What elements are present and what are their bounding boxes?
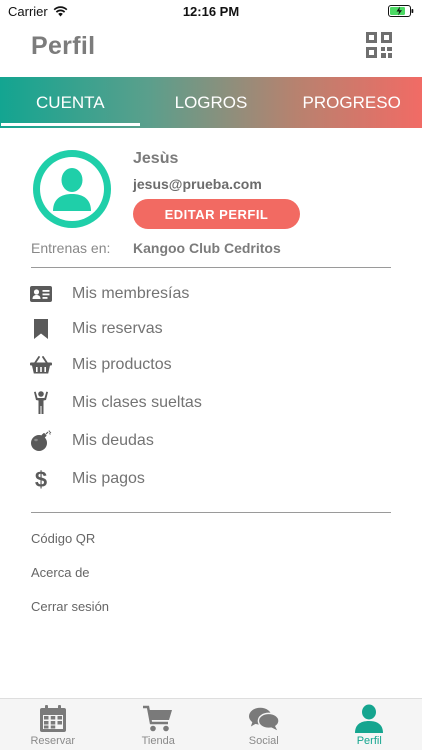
menu-item-deudas[interactable]: Mis deudas [25, 424, 395, 458]
basket-icon [30, 356, 52, 374]
edit-profile-button[interactable]: EDITAR PERFIL [133, 199, 300, 229]
battery-charging-icon [388, 5, 414, 17]
user-email: jesus@prueba.com [133, 176, 262, 192]
nav-tienda[interactable]: Tienda [106, 699, 212, 750]
menu-label: Mis reservas [72, 320, 163, 337]
logout-link[interactable]: Cerrar sesión [31, 599, 109, 614]
status-bar: Carrier 12:16 PM [0, 0, 422, 22]
calendar-icon [39, 705, 66, 732]
tab-progreso[interactable]: PROGRESO [281, 77, 422, 128]
menu-item-productos[interactable]: Mis productos [25, 348, 395, 382]
clock: 12:16 PM [182, 4, 240, 19]
bottom-nav: Reservar Tienda Social Perfil [0, 698, 422, 750]
nav-social[interactable]: Social [211, 699, 317, 750]
dollar-icon: $ [35, 467, 47, 491]
qr-code-link[interactable]: Código QR [31, 531, 95, 546]
about-link[interactable]: Acerca de [31, 565, 90, 580]
menu-label: Mis membresías [72, 285, 190, 302]
menu-label: Mis clases sueltas [72, 394, 202, 411]
tab-cuenta[interactable]: CUENTA [0, 77, 141, 128]
nav-reservar[interactable]: Reservar [0, 699, 106, 750]
nav-perfil[interactable]: Perfil [317, 699, 422, 750]
nav-label: Perfil [356, 735, 382, 747]
menu-item-clases-sueltas[interactable]: Mis clases sueltas [25, 386, 395, 420]
tab-logros[interactable]: LOGROS [141, 77, 282, 128]
header: Perfil [0, 22, 422, 76]
qr-code-icon [366, 32, 392, 58]
menu-label: Mis productos [72, 356, 172, 373]
user-avatar-icon [53, 168, 91, 211]
qr-code-button[interactable] [366, 32, 392, 58]
gym-label: Entrenas en: [31, 240, 111, 256]
profile-tabs: CUENTA LOGROS PROGRESO [0, 77, 422, 128]
gym-name: Kangoo Club Cedritos [133, 240, 281, 256]
divider [31, 267, 391, 268]
bookmark-icon [34, 319, 48, 339]
cart-icon [143, 705, 173, 732]
user-name: Jesùs [133, 150, 179, 167]
menu-label: Mis pagos [72, 470, 145, 487]
menu-item-reservas[interactable]: Mis reservas [25, 312, 395, 346]
nav-label: Tienda [141, 735, 175, 747]
divider [31, 512, 391, 513]
menu-item-pagos[interactable]: $ Mis pagos [25, 462, 395, 496]
nav-label: Social [248, 735, 279, 747]
chat-bubbles-icon [248, 707, 279, 731]
avatar [33, 150, 111, 228]
page-title: Perfil [31, 32, 96, 60]
id-card-icon [30, 286, 52, 302]
user-icon [355, 704, 384, 733]
bomb-icon [31, 430, 52, 451]
nav-label: Reservar [30, 735, 76, 747]
person-arms-up-icon [34, 391, 48, 414]
menu-item-membresias[interactable]: Mis membresías [25, 277, 395, 311]
svg-text:$: $ [35, 467, 47, 491]
menu-label: Mis deudas [72, 432, 154, 449]
